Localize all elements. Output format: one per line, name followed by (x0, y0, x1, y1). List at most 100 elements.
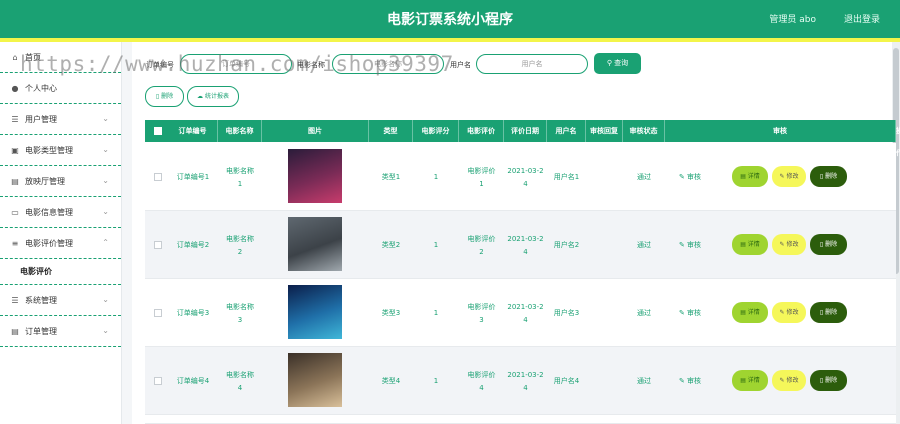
detail-button[interactable]: ▤ 详情 (732, 370, 768, 391)
batch-delete-button[interactable]: ▯ 删除 (145, 86, 184, 107)
movie-poster (288, 149, 342, 203)
score-cell: 1 (413, 375, 459, 388)
movie-name-cell: 电影名称 2 (218, 233, 262, 259)
cell-line: 2021-03-2 (507, 303, 544, 311)
review-cell: 电影评价 3 (459, 301, 504, 327)
sidebar-item-label: 用户管理 (25, 114, 57, 124)
table-row: 订单编号4 电影名称 4 类型4 1 电影评价 4 2021-03-2 4 用户名4 通过 ✎ 审核 ▤… (145, 347, 896, 415)
cell-line: 4 (523, 384, 528, 392)
sidebar-item-4[interactable]: ▤ 放映厅管理 ⌄ (0, 166, 121, 197)
select-all-checkbox[interactable] (154, 127, 162, 135)
sidebar-item-1[interactable]: ● 个人中心 (0, 73, 121, 104)
cell-text: 订单编号4 (176, 377, 210, 385)
sidebar-item-label: 个人中心 (25, 83, 57, 93)
delete-button[interactable]: ▯ 删除 (810, 370, 847, 391)
score-cell: 1 (413, 307, 459, 320)
sidebar-item-label: 电影类型管理 (25, 145, 73, 155)
detail-icon: ▤ (740, 377, 748, 384)
audit-link[interactable]: ✎ 审核 (665, 239, 715, 252)
cell-text: 订单编号1 (176, 173, 210, 181)
delete-button[interactable]: ▯ 删除 (810, 302, 847, 323)
user-search-input[interactable]: 用户名 (476, 54, 588, 74)
sidebar-item-6[interactable]: ≡ 电影评价管理 ⌃ (0, 228, 121, 259)
cell-line: 4 (479, 384, 484, 392)
edit-button[interactable]: ✎ 修改 (772, 234, 806, 255)
search-button[interactable]: ⚲ 查询 (594, 53, 641, 74)
review-cell: 电影评价 1 (459, 165, 504, 191)
cell-text: 通过 (637, 309, 651, 317)
column-header: 用户名 (547, 120, 586, 142)
cell-text: 通过 (637, 241, 651, 249)
row-checkbox[interactable] (154, 173, 162, 181)
column-header: 电影评价 (459, 120, 504, 142)
cell-line: 电影名称 (226, 235, 254, 243)
sidebar-item-label: 放映厅管理 (25, 176, 65, 186)
delete-button[interactable]: ▯ 删除 (810, 234, 847, 255)
cell-line: 2021-03-2 (507, 235, 544, 243)
status-cell: 通过 (623, 171, 665, 184)
sidebar-item-label: 系统管理 (25, 295, 57, 305)
cell-text: 类型1 (381, 173, 401, 181)
movie-name-cell: 电影名称 1 (218, 165, 262, 191)
detail-icon: ▤ (740, 241, 748, 248)
edit-icon: ✎ (678, 173, 688, 181)
list-icon: ☰ (11, 295, 19, 305)
edit-button[interactable]: ✎ 修改 (772, 370, 806, 391)
sidebar-item-7[interactable]: ☰ 系统管理 ⌄ (0, 285, 121, 316)
edit-icon: ✎ (678, 241, 688, 249)
audit-link[interactable]: ✎ 审核 (665, 307, 715, 320)
score-cell: 1 (413, 171, 459, 184)
cell-text: 用户名4 (553, 377, 580, 385)
cell-line: 4 (523, 316, 528, 324)
table-row: 订单编号2 电影名称 2 类型2 1 电影评价 2 2021-03-2 4 用户名2 通过 ✎ 审核 ▤… (145, 211, 896, 279)
column-header: 电影评分 (413, 120, 459, 142)
cell-line: 电影评价 (467, 235, 496, 243)
sidebar-item-2[interactable]: ☰ 用户管理 ⌄ (0, 104, 121, 135)
movie-poster (288, 285, 342, 339)
sidebar-item-3[interactable]: ▣ 电影类型管理 ⌄ (0, 135, 121, 166)
user-cell: 用户名4 (547, 375, 586, 388)
column-header: 评价日期 (504, 120, 547, 142)
movie-poster (288, 217, 342, 271)
audit-link[interactable]: ✎ 审核 (665, 171, 715, 184)
logout-link[interactable]: 退出登录 (844, 12, 880, 25)
edit-button[interactable]: ✎ 修改 (772, 166, 806, 187)
type-cell: 类型4 (369, 375, 413, 388)
user-cell: 用户名1 (547, 171, 586, 184)
detail-button[interactable]: ▤ 详情 (732, 234, 768, 255)
table-row (145, 415, 896, 424)
row-checkbox[interactable] (154, 241, 162, 249)
cell-text: 类型3 (381, 309, 401, 317)
edit-button[interactable]: ✎ 修改 (772, 302, 806, 323)
sidebar-item-5[interactable]: ▭ 电影信息管理 ⌄ (0, 197, 121, 228)
user-cell: 用户名2 (547, 239, 586, 252)
movie-poster (288, 353, 342, 407)
cell-text: 1 (433, 377, 439, 385)
cell-text: 1 (433, 241, 439, 249)
table-header: 订单编号 电影名称 图片 类型 电影评分 电影评价 评价日期 用户名 审核回复 审核状态 审核 操作 (145, 120, 900, 157)
sidebar-item-8[interactable]: ▤ 订单管理 ⌄ (0, 316, 121, 347)
movie-name-cell: 电影名称 3 (218, 301, 262, 327)
date-cell: 2021-03-2 4 (504, 369, 547, 395)
cell-line: 2 (237, 248, 243, 256)
detail-button[interactable]: ▤ 详情 (732, 166, 768, 187)
detail-button[interactable]: ▤ 详情 (732, 302, 768, 323)
cell-line: 2021-03-2 (507, 371, 544, 379)
user-icon: ● (11, 83, 19, 93)
cell-line: 电影评价 (467, 167, 496, 175)
row-checkbox[interactable] (154, 309, 162, 317)
delete-button[interactable]: ▯ 删除 (810, 166, 847, 187)
report-button[interactable]: ☁ 统计报表 (187, 86, 239, 107)
sidebar-subitem-review[interactable]: 电影评价 (0, 259, 121, 285)
column-header: 类型 (369, 120, 413, 142)
cell-line: 4 (523, 248, 528, 256)
column-header: 审核状态 (623, 120, 665, 142)
date-cell: 2021-03-2 4 (504, 301, 547, 327)
audit-link[interactable]: ✎ 审核 (665, 375, 715, 388)
briefcase-icon: ▣ (11, 145, 19, 155)
column-header: 订单编号 (168, 120, 218, 142)
cell-line: 电影评价 (467, 371, 496, 379)
movie-name-cell: 电影名称 4 (218, 369, 262, 395)
row-checkbox[interactable] (154, 377, 162, 385)
cell-text: 用户名3 (553, 309, 580, 317)
